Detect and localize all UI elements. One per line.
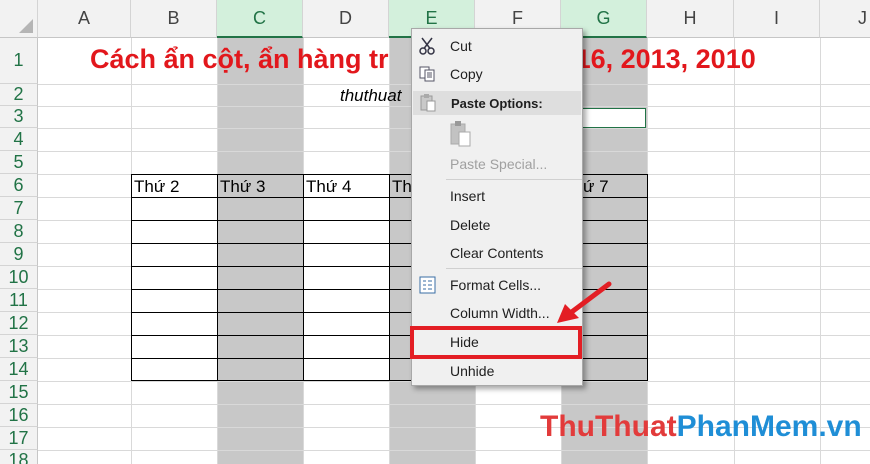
column-header-b[interactable]: B bbox=[131, 0, 217, 38]
table-header-cell: Thứ 3 bbox=[220, 177, 266, 196]
hide-highlight-box bbox=[410, 326, 582, 359]
column-header-j[interactable]: J bbox=[820, 0, 870, 38]
row-header-1[interactable]: 1 bbox=[0, 38, 38, 84]
table-header-cell: Thứ 4 bbox=[306, 177, 352, 196]
row-header-9[interactable]: 9 bbox=[0, 243, 38, 266]
row-header-6[interactable]: 6 bbox=[0, 174, 38, 197]
row-header-12[interactable]: 12 bbox=[0, 312, 38, 335]
red-arrow-icon bbox=[557, 281, 612, 323]
row-header-13[interactable]: 13 bbox=[0, 335, 38, 358]
row-header-4[interactable]: 4 bbox=[0, 128, 38, 151]
row-header-5[interactable]: 5 bbox=[0, 151, 38, 174]
menu-item-cut[interactable]: Cut bbox=[412, 32, 582, 60]
sheet-subtitle: thuthuat bbox=[340, 86, 402, 105]
row-header-16[interactable]: 16 bbox=[0, 404, 38, 427]
row-header-14[interactable]: 14 bbox=[0, 358, 38, 381]
clipboard-icon bbox=[418, 93, 438, 116]
watermark-logo: ThuThuatPhanMem.vn bbox=[540, 410, 862, 443]
row-header-11[interactable]: 11 bbox=[0, 289, 38, 312]
column-header-c[interactable]: C bbox=[217, 0, 303, 38]
table-header-cell: ứ 7 bbox=[583, 177, 609, 196]
copy-icon bbox=[418, 65, 438, 83]
table-header-cell: Th bbox=[392, 177, 412, 196]
column-header-h[interactable]: H bbox=[647, 0, 734, 38]
row-header-2[interactable]: 2 bbox=[0, 84, 38, 106]
row-header-7[interactable]: 7 bbox=[0, 197, 38, 220]
menu-item-unhide[interactable]: Unhide bbox=[412, 357, 582, 385]
menu-item-delete[interactable]: Delete bbox=[412, 211, 582, 239]
spreadsheet[interactable]: A B C D E F G H I J 1 2 3 4 5 6 7 8 9 10… bbox=[0, 0, 870, 464]
column-header-a[interactable]: A bbox=[38, 0, 131, 38]
row-header-8[interactable]: 8 bbox=[0, 220, 38, 243]
menu-item-paste-special[interactable]: Paste Special... bbox=[412, 150, 582, 178]
paste-icon[interactable] bbox=[448, 119, 474, 149]
row-header-15[interactable]: 15 bbox=[0, 381, 38, 404]
column-header-d[interactable]: D bbox=[303, 0, 389, 38]
selected-column-c[interactable] bbox=[217, 38, 303, 464]
menu-item-clear-contents[interactable]: Clear Contents bbox=[412, 239, 582, 267]
format-cells-icon bbox=[418, 276, 438, 294]
row-header-10[interactable]: 10 bbox=[0, 266, 38, 289]
menu-item-copy[interactable]: Copy bbox=[412, 60, 582, 88]
scissors-icon bbox=[418, 37, 438, 55]
row-header-3[interactable]: 3 bbox=[0, 106, 38, 128]
row-header-18[interactable]: 18 bbox=[0, 450, 38, 464]
menu-item-insert[interactable]: Insert bbox=[412, 182, 582, 210]
paste-options-header: Paste Options: bbox=[413, 91, 581, 115]
select-all-corner[interactable] bbox=[0, 0, 38, 38]
table-header-cell: Thứ 2 bbox=[134, 177, 180, 196]
column-header-i[interactable]: I bbox=[734, 0, 820, 38]
row-header-17[interactable]: 17 bbox=[0, 427, 38, 450]
